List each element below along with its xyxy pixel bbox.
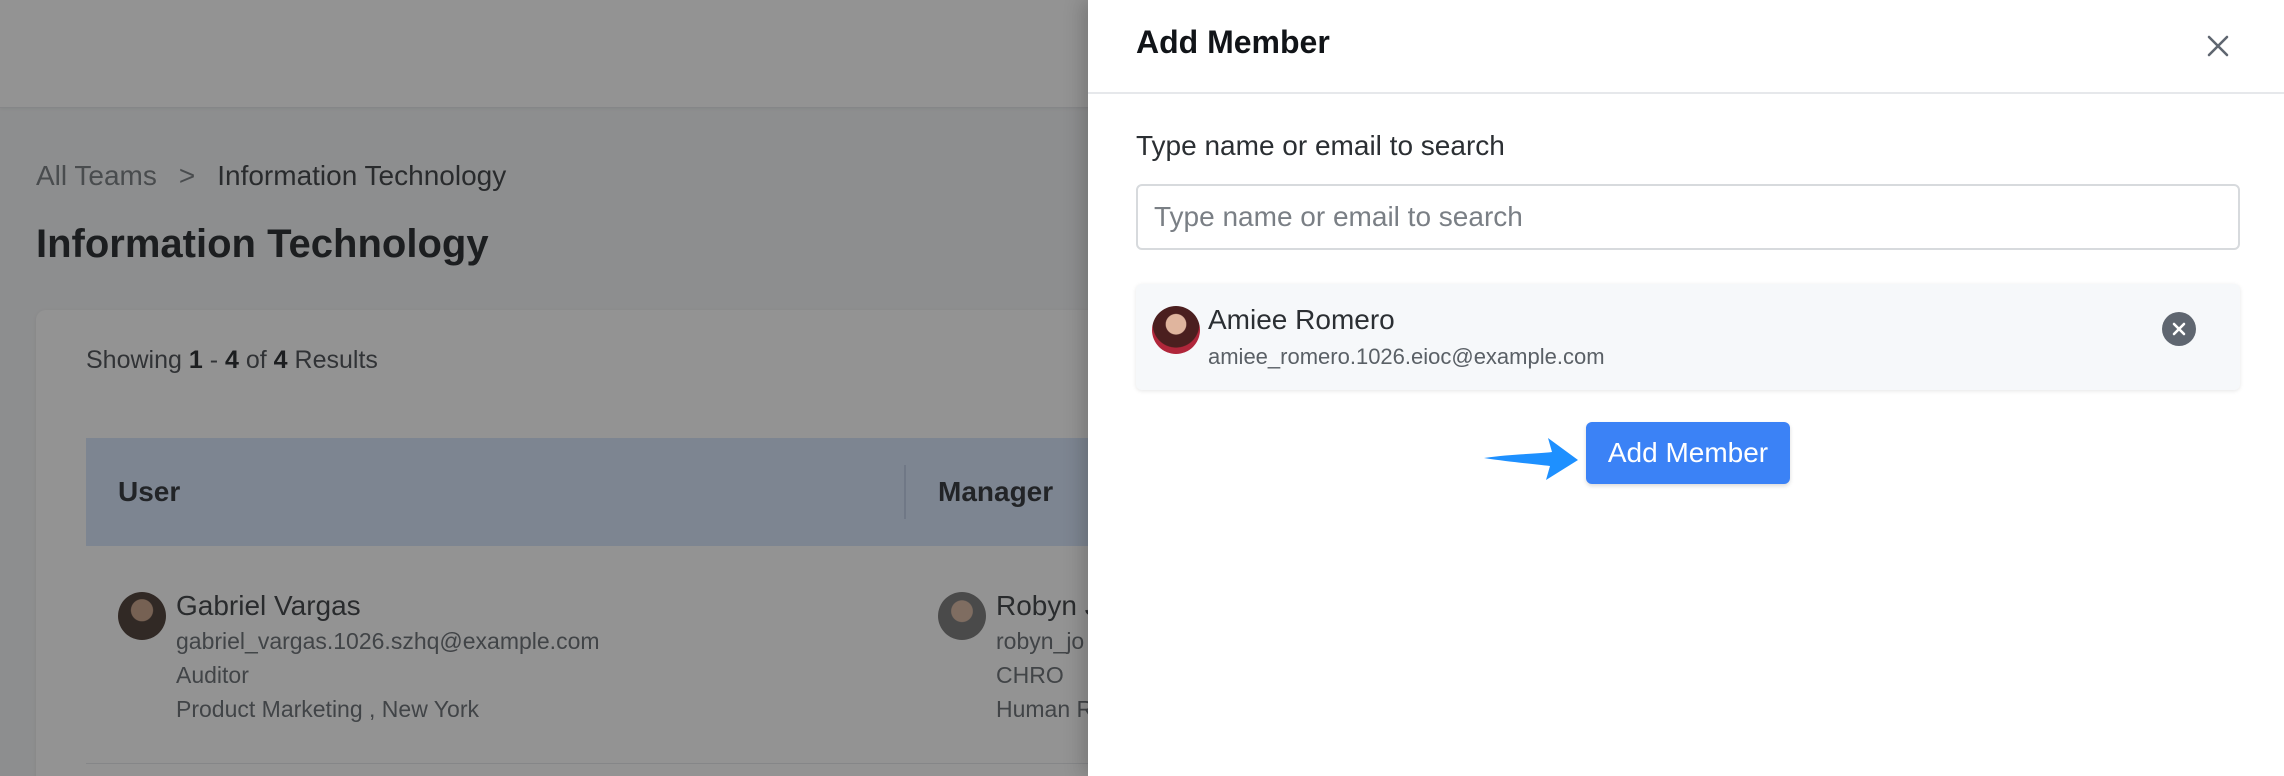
selected-member-email: amiee_romero.1026.eioc@example.com: [1208, 344, 1605, 369]
remove-circle-icon: [2172, 322, 2186, 336]
arrow-right-icon: [1484, 438, 1578, 480]
drawer-header: Add Member: [1088, 0, 2284, 94]
drawer-title: Add Member: [1136, 24, 1330, 60]
search-input[interactable]: [1136, 184, 2240, 250]
avatar: [1152, 306, 1200, 354]
selected-member-card: Amiee Romero amiee_romero.1026.eioc@exam…: [1136, 284, 2240, 390]
search-label: Type name or email to search: [1136, 130, 1505, 161]
close-icon: [2207, 35, 2229, 57]
remove-member-button[interactable]: [2162, 312, 2196, 346]
close-button[interactable]: [2200, 28, 2236, 64]
selected-member-name: Amiee Romero: [1208, 304, 1395, 335]
add-member-button[interactable]: Add Member: [1586, 422, 1790, 484]
add-member-drawer: Add Member Type name or email to search …: [1088, 0, 2284, 776]
